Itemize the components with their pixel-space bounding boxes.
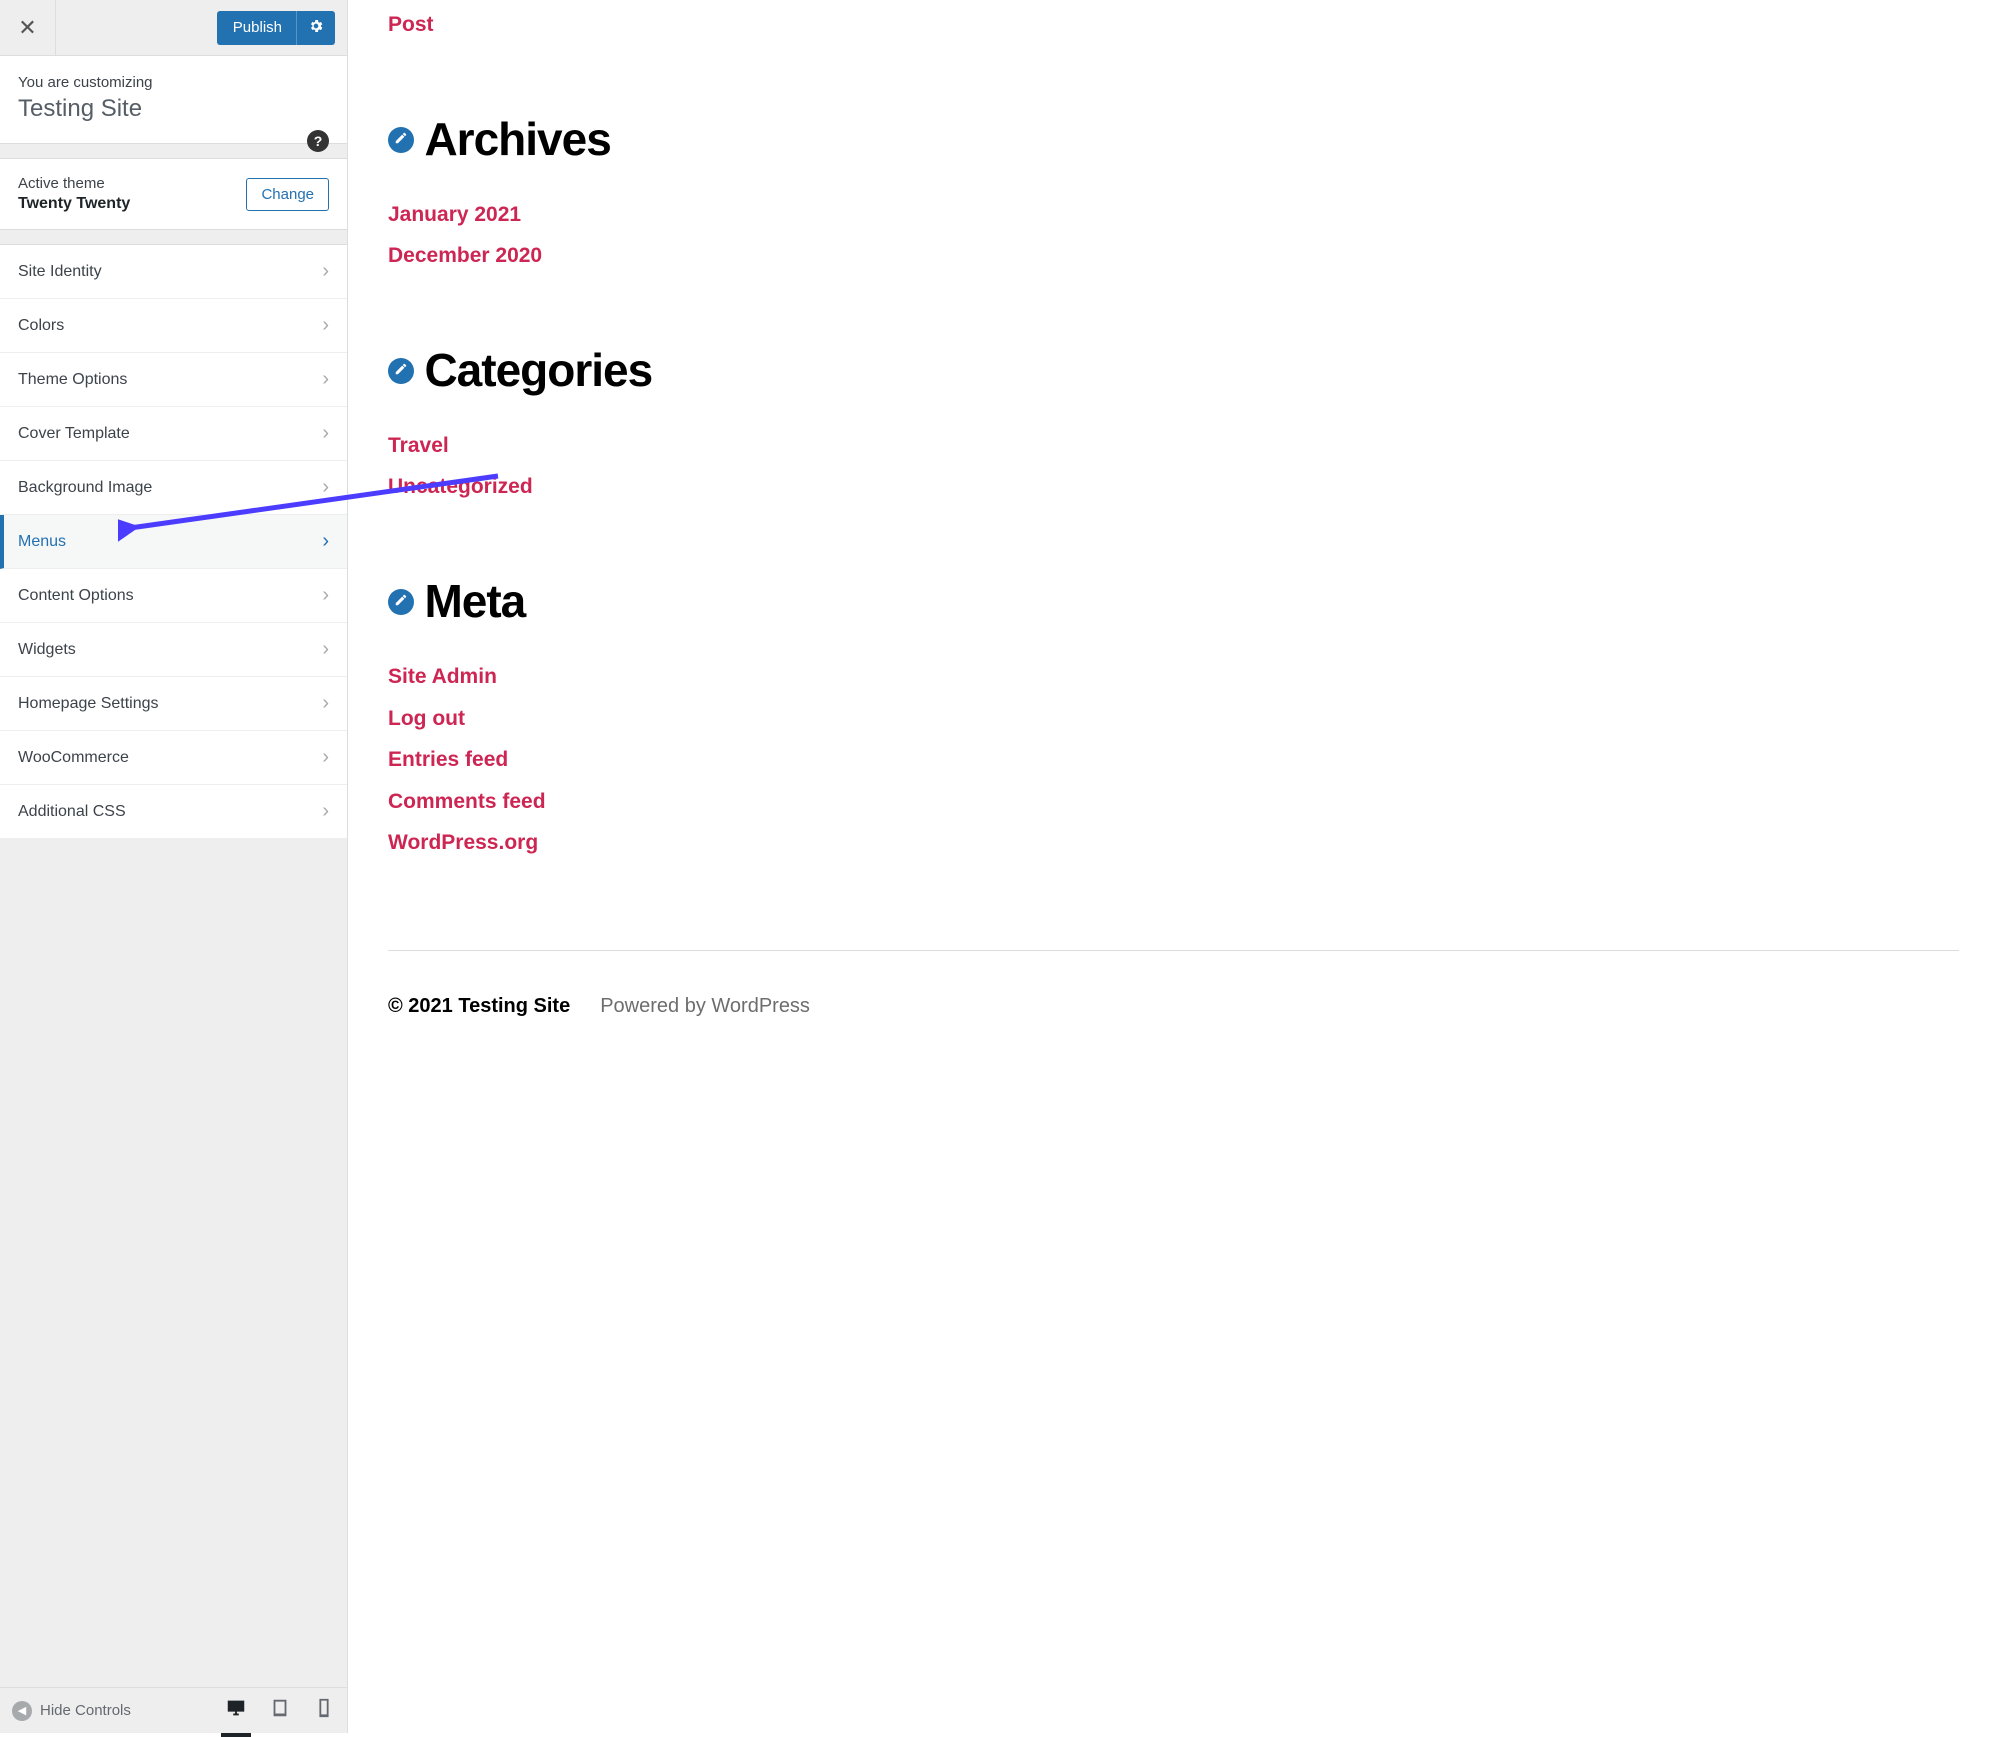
site-title: Testing Site (18, 95, 329, 123)
section-homepage-settings[interactable]: Homepage Settings › (0, 677, 347, 731)
meta-link[interactable]: Comments feed (388, 785, 1959, 819)
change-theme-button[interactable]: Change (246, 178, 329, 211)
gear-icon (308, 18, 324, 38)
preview-footer: © 2021 Testing Site Powered by WordPress (388, 950, 1959, 1018)
section-background-image[interactable]: Background Image › (0, 461, 347, 515)
publish-button[interactable]: Publish (217, 11, 335, 45)
chevron-right-icon: › (322, 368, 329, 391)
chevron-right-icon: › (322, 638, 329, 661)
widget-title-archives: Archives (424, 112, 610, 166)
edit-widget-archives-button[interactable] (388, 127, 414, 153)
hide-controls-label: Hide Controls (40, 1702, 131, 1719)
chevron-right-icon: › (322, 260, 329, 283)
chevron-right-icon: › (322, 422, 329, 445)
desktop-icon (225, 1697, 247, 1724)
widget-categories: Categories Travel Uncategorized (388, 343, 1959, 504)
section-site-identity[interactable]: Site Identity › (0, 245, 347, 299)
widget-title-categories: Categories (424, 343, 652, 397)
section-theme-options[interactable]: Theme Options › (0, 353, 347, 407)
close-button[interactable]: ✕ (0, 0, 56, 56)
section-additional-css[interactable]: Additional CSS › (0, 785, 347, 839)
section-label: Site Identity (18, 263, 102, 281)
pencil-icon (394, 593, 408, 612)
archive-link[interactable]: December 2020 (388, 239, 1959, 273)
active-theme-label: Active theme (18, 175, 130, 192)
help-button[interactable]: ? (307, 130, 329, 152)
link-post[interactable]: Post (388, 13, 434, 36)
edit-widget-meta-button[interactable] (388, 589, 414, 615)
widget-meta: Meta Site Admin Log out Entries feed Commen… (388, 574, 1959, 860)
hide-controls-button[interactable]: ◀ Hide Controls (12, 1701, 131, 1721)
section-cover-template[interactable]: Cover Template › (0, 407, 347, 461)
category-link[interactable]: Uncategorized (388, 470, 1959, 504)
section-label: Homepage Settings (18, 695, 159, 713)
section-woocommerce[interactable]: WooCommerce › (0, 731, 347, 785)
edit-widget-categories-button[interactable] (388, 358, 414, 384)
section-colors[interactable]: Colors › (0, 299, 347, 353)
chevron-right-icon: › (322, 314, 329, 337)
pencil-icon (394, 362, 408, 381)
category-link[interactable]: Travel (388, 429, 1959, 463)
section-label: Widgets (18, 641, 76, 659)
sidebar-topbar: ✕ Publish (0, 0, 347, 56)
section-label: Additional CSS (18, 803, 126, 821)
chevron-right-icon: › (322, 476, 329, 499)
widget-archives: Archives January 2021 December 2020 (388, 112, 1959, 273)
footer-powered-by[interactable]: Powered by WordPress (600, 995, 810, 1018)
device-preview-switcher (225, 1697, 335, 1724)
section-label: WooCommerce (18, 749, 129, 767)
section-label: Theme Options (18, 371, 127, 389)
device-tablet-button[interactable] (269, 1697, 291, 1724)
section-label: Cover Template (18, 425, 130, 443)
section-label: Colors (18, 317, 64, 335)
meta-link[interactable]: Log out (388, 702, 1959, 736)
publish-settings-button[interactable] (296, 11, 335, 45)
sections-list: Site Identity›Colors›Theme Options›Cover… (0, 244, 347, 839)
customizer-sidebar: ✕ Publish You are customizing Testing Si… (0, 0, 348, 1733)
close-icon: ✕ (18, 15, 36, 41)
device-desktop-button[interactable] (225, 1697, 247, 1724)
chevron-right-icon: › (322, 800, 329, 823)
preview-pane: Post Archives January 2021December 2020 … (348, 0, 1999, 1733)
help-icon: ? (314, 133, 323, 149)
chevron-right-icon: › (322, 692, 329, 715)
archive-link[interactable]: January 2021 (388, 198, 1959, 232)
sidebar-footer: ◀ Hide Controls (0, 1687, 347, 1733)
section-menus[interactable]: Menus › (0, 515, 347, 569)
section-label: Background Image (18, 479, 152, 497)
section-label: Menus (18, 533, 66, 551)
chevron-right-icon: › (322, 584, 329, 607)
publish-label: Publish (217, 12, 296, 43)
device-mobile-button[interactable] (313, 1697, 335, 1724)
footer-copyright: © 2021 Testing Site (388, 995, 570, 1018)
active-theme-name: Twenty Twenty (18, 195, 130, 213)
chevron-left-icon: ◀ (12, 1701, 32, 1721)
meta-link[interactable]: Site Admin (388, 660, 1959, 694)
pencil-icon (394, 131, 408, 150)
customizing-label: You are customizing (18, 74, 329, 91)
widget-title-meta: Meta (424, 574, 525, 628)
active-theme-panel: Active theme Twenty Twenty Change (0, 158, 347, 230)
meta-link[interactable]: Entries feed (388, 743, 1959, 777)
chevron-right-icon: › (322, 530, 329, 553)
section-label: Content Options (18, 587, 134, 605)
customizing-panel: You are customizing Testing Site ? (0, 56, 347, 144)
section-content-options[interactable]: Content Options › (0, 569, 347, 623)
chevron-right-icon: › (322, 746, 329, 769)
meta-link[interactable]: WordPress.org (388, 826, 1959, 860)
mobile-icon (313, 1697, 335, 1724)
tablet-icon (269, 1697, 291, 1724)
section-widgets[interactable]: Widgets › (0, 623, 347, 677)
